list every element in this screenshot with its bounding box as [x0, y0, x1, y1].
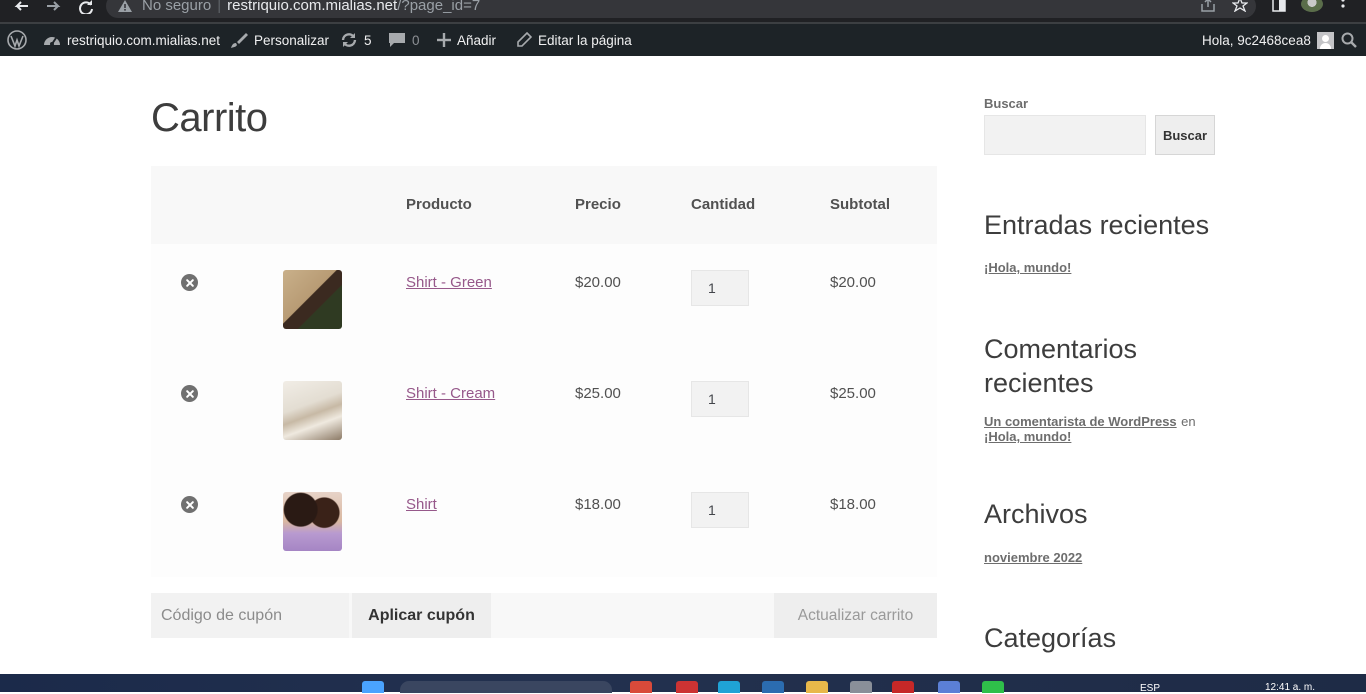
admin-updates-link[interactable]: 5	[340, 24, 372, 56]
wp-admin-bar: restriquio.com.mialias.net Personalizar …	[0, 24, 1366, 56]
product-price: $18.00	[575, 496, 621, 513]
quantity-input[interactable]: 1	[691, 492, 749, 528]
windows-start-icon[interactable]	[362, 681, 384, 693]
admin-site-link[interactable]: restriquio.com.mialias.net	[43, 24, 220, 56]
cart-table: Producto Precio Cantidad Subtotal Shirt …	[151, 166, 937, 577]
admin-search-icon[interactable]	[1341, 24, 1357, 56]
browser-toolbar: No seguro | restriquio.com.mialias.net/?pa…	[0, 0, 1366, 24]
admin-customize-link[interactable]: Personalizar	[230, 24, 329, 56]
product-thumbnail[interactable]	[283, 492, 342, 551]
admin-greeting: Hola, 9c2468cea8	[1202, 32, 1311, 48]
share-icon[interactable]	[1200, 0, 1216, 12]
cart-row: Shirt - Green $20.00 1 $20.00	[151, 244, 937, 355]
comment-icon	[389, 33, 405, 47]
back-icon[interactable]	[13, 0, 29, 14]
app2-taskbar-icon[interactable]	[850, 681, 872, 693]
url-path: /?page_id=7	[397, 0, 481, 14]
remove-item-icon[interactable]	[181, 274, 198, 291]
chrome-taskbar-icon[interactable]	[630, 681, 652, 693]
plus-icon	[437, 33, 451, 47]
recent-post-link[interactable]: ¡Hola, mundo!	[984, 260, 1071, 275]
recent-posts-title: Entradas recientes	[984, 210, 1210, 240]
profile-avatar[interactable]	[1301, 0, 1323, 12]
recent-comment: Un comentarista de WordPress en ¡Hola, m…	[984, 414, 1196, 444]
coupon-code-input[interactable]: Código de cupón	[151, 593, 349, 638]
header-quantity: Cantidad	[691, 196, 756, 213]
sidepanel-icon[interactable]	[1272, 0, 1286, 12]
remove-item-icon[interactable]	[181, 385, 198, 402]
page-title: Carrito	[151, 96, 268, 140]
admin-new-label: Añadir	[457, 32, 497, 48]
updates-icon	[341, 33, 357, 47]
admin-edit-page-label: Editar la página	[538, 32, 632, 48]
product-subtotal: $25.00	[830, 385, 876, 402]
dashboard-icon	[44, 37, 60, 46]
cart-actions: Código de cupón Aplicar cupón Actualizar…	[151, 593, 937, 638]
cart-row: Shirt - Cream $25.00 1 $25.00	[151, 355, 937, 466]
product-link[interactable]: Shirt - Cream	[406, 385, 495, 402]
updates-count: 5	[364, 32, 372, 48]
recent-comments-title-line2: recientes	[984, 368, 1094, 398]
search-input[interactable]	[984, 115, 1146, 155]
edge-taskbar-icon[interactable]	[718, 681, 740, 693]
recent-comments-title-line1: Comentarios	[984, 334, 1138, 364]
forward-icon[interactable]	[46, 0, 62, 14]
header-product: Producto	[406, 196, 472, 213]
product-subtotal: $20.00	[830, 274, 876, 291]
apply-coupon-button[interactable]: Aplicar cupón	[352, 593, 491, 638]
os-taskbar: ESP 12:41 a. m.	[0, 674, 1366, 694]
update-cart-button[interactable]: Actualizar carrito	[774, 593, 937, 638]
admin-comments-link[interactable]: 0	[388, 24, 420, 56]
app4-taskbar-icon[interactable]	[938, 681, 960, 693]
taskbar-clock[interactable]: 12:41 a. m.	[1265, 682, 1315, 693]
security-label: No seguro	[142, 0, 212, 14]
admin-account-link[interactable]: Hola, 9c2468cea8	[1202, 24, 1334, 56]
store-taskbar-icon[interactable]	[762, 681, 784, 693]
product-thumbnail[interactable]	[283, 270, 342, 329]
brush-icon	[231, 33, 248, 48]
product-thumbnail[interactable]	[283, 381, 342, 440]
recent-comments-title: Comentarios recientes	[984, 332, 1137, 400]
star-icon[interactable]	[1231, 0, 1249, 13]
comment-author-link[interactable]: Un comentarista de WordPress	[984, 414, 1177, 429]
product-subtotal: $18.00	[830, 496, 876, 513]
archives-title: Archivos	[984, 499, 1088, 529]
admin-customize-label: Personalizar	[254, 32, 330, 48]
archive-month-link[interactable]: noviembre 2022	[984, 550, 1082, 565]
menu-dots-icon[interactable]	[1340, 0, 1346, 12]
url-host: restriquio.com.mialias.net	[227, 0, 398, 14]
taskbar-search[interactable]	[400, 681, 612, 693]
categories-title: Categorías	[984, 623, 1117, 653]
quantity-input[interactable]: 1	[691, 270, 749, 306]
whatsapp-taskbar-icon[interactable]	[982, 681, 1004, 693]
header-price: Precio	[575, 196, 621, 213]
admin-new-link[interactable]: Añadir	[437, 24, 496, 56]
app3-taskbar-icon[interactable]	[892, 681, 914, 693]
product-link[interactable]: Shirt - Green	[406, 274, 492, 291]
wordpress-logo-icon[interactable]	[7, 24, 27, 56]
user-avatar	[1316, 31, 1334, 49]
app-taskbar-icon[interactable]	[676, 681, 698, 693]
warning-icon[interactable]	[118, 0, 132, 12]
search-label: Buscar	[984, 96, 1029, 111]
comments-count: 0	[412, 32, 420, 48]
comment-post-link[interactable]: ¡Hola, mundo!	[984, 429, 1071, 444]
search-button[interactable]: Buscar	[1155, 115, 1215, 155]
comment-on-text: en	[1181, 414, 1196, 429]
remove-item-icon[interactable]	[181, 496, 198, 513]
cart-table-header: Producto Precio Cantidad Subtotal	[151, 166, 937, 244]
admin-site-name: restriquio.com.mialias.net	[67, 32, 221, 48]
pencil-icon	[517, 32, 532, 47]
product-link[interactable]: Shirt	[406, 496, 437, 513]
product-price: $25.00	[575, 385, 621, 402]
cart-row: Shirt $18.00 1 $18.00	[151, 466, 937, 577]
quantity-input[interactable]: 1	[691, 381, 749, 417]
header-subtotal: Subtotal	[830, 196, 890, 213]
reload-icon[interactable]	[78, 0, 94, 16]
url-text[interactable]: No seguro | restriquio.com.mialias.net/?pa…	[142, 0, 480, 14]
admin-edit-page-link[interactable]: Editar la página	[516, 24, 632, 56]
folder-taskbar-icon[interactable]	[806, 681, 828, 693]
product-price: $20.00	[575, 274, 621, 291]
keyboard-language[interactable]: ESP	[1140, 683, 1160, 694]
